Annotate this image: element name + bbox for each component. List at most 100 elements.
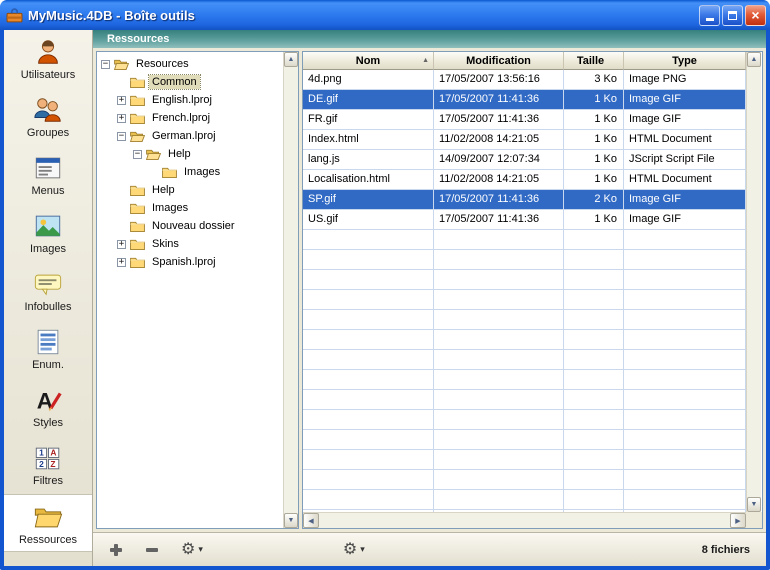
tree-actions-button[interactable]: ⚙ ▾ [177, 540, 207, 560]
cell-modification [434, 430, 564, 450]
minimize-button[interactable] [699, 5, 720, 26]
table-hscroll-track[interactable] [319, 513, 730, 528]
table-row-4d.png[interactable]: 4d.png 17/05/2007 13:56:16 3 Ko Image PN… [303, 70, 746, 90]
tree-scroll-track[interactable] [284, 67, 298, 513]
remove-button[interactable] [141, 541, 163, 559]
tree-item-help[interactable]: Help [97, 181, 283, 199]
tree-item-german-lproj[interactable]: − German.lproj [97, 127, 283, 145]
table-vscroll-track[interactable] [747, 67, 761, 497]
tree-item-french-lproj[interactable]: + French.lproj [97, 109, 283, 127]
minus-icon [145, 543, 159, 557]
app-window: MyMusic.4DB - Boîte outils × Utilisateur… [0, 0, 770, 570]
arrow-right-icon: ▶ [735, 517, 740, 525]
cell-type: Image GIF [624, 190, 746, 210]
list-actions-button[interactable]: ⚙ ▾ [339, 540, 369, 560]
folder-closed-icon [130, 238, 145, 250]
column-header-nom[interactable]: Nom ▲ [303, 52, 434, 70]
sidebar-item-ressources[interactable]: Ressources [4, 494, 92, 552]
sidebar-item-utilisateurs[interactable]: Utilisateurs [4, 30, 92, 88]
close-button[interactable]: × [745, 5, 766, 26]
resources-folder-icon [33, 502, 63, 532]
cell-nom [303, 390, 434, 410]
sidebar-item-enum[interactable]: Enum. [4, 320, 92, 378]
collapse-minus-icon[interactable]: − [133, 150, 142, 159]
cell-modification [434, 370, 564, 390]
table-row-DE.gif[interactable]: DE.gif 17/05/2007 11:41:36 1 Ko Image GI… [303, 90, 746, 110]
tree-item-nouveau-dossier[interactable]: Nouveau dossier [97, 217, 283, 235]
cell-nom [303, 270, 434, 290]
sidebar-item-groupes[interactable]: Groupes [4, 88, 92, 146]
tree-item-common[interactable]: Common [97, 73, 283, 91]
collapse-minus-icon[interactable]: − [117, 132, 126, 141]
cell-modification [434, 230, 564, 250]
cell-taille [564, 450, 624, 470]
table-row-empty [303, 310, 746, 330]
tree-item-skins[interactable]: + Skins [97, 235, 283, 253]
titlebar[interactable]: MyMusic.4DB - Boîte outils × [0, 0, 770, 30]
table-row-empty [303, 230, 746, 250]
cell-type [624, 470, 746, 490]
sidebar-item-images[interactable]: Images [4, 204, 92, 262]
column-header-type[interactable]: Type [624, 52, 746, 70]
table-row-Index.html[interactable]: Index.html 11/02/2008 14:21:05 1 Ko HTML… [303, 130, 746, 150]
column-header-taille[interactable]: Taille [564, 52, 624, 70]
table-scroll-up-button[interactable]: ▲ [747, 52, 761, 67]
sort-asc-icon: ▲ [422, 57, 429, 64]
sidebar-item-styles[interactable]: Styles [4, 378, 92, 436]
table-scroll-right-button[interactable]: ▶ [730, 513, 746, 528]
sidebar-item-label: Styles [33, 417, 63, 429]
table-scroll-down-button[interactable]: ▼ [747, 497, 761, 512]
sidebar-item-label: Infobulles [24, 301, 71, 313]
table-scroll-left-button[interactable]: ◀ [303, 513, 319, 528]
folder-closed-icon [130, 220, 145, 232]
table-row-empty [303, 410, 746, 430]
sidebar-item-infobulles[interactable]: Infobulles [4, 262, 92, 320]
table-horizontal-scrollbar[interactable]: ◀ ▶ [303, 512, 746, 528]
expand-plus-icon[interactable]: + [117, 114, 126, 123]
tree-item-images[interactable]: Images [97, 199, 283, 217]
cell-taille: 3 Ko [564, 70, 624, 90]
expand-plus-icon[interactable]: + [117, 258, 126, 267]
panel-title: Ressources [107, 33, 169, 45]
cell-taille: 1 Ko [564, 170, 624, 190]
tree-scroll-down-button[interactable]: ▼ [284, 513, 298, 528]
add-button[interactable] [105, 541, 127, 559]
picture-icon [33, 211, 63, 241]
tree-item-label: Help [149, 183, 178, 197]
table-row-Localisation.html[interactable]: Localisation.html 11/02/2008 14:21:05 1 … [303, 170, 746, 190]
cell-type [624, 410, 746, 430]
chevron-down-icon: ▾ [360, 544, 365, 555]
folder-closed-icon [130, 184, 145, 196]
table-vertical-scrollbar[interactable]: ▲ ▼ [746, 52, 761, 512]
expand-plus-icon[interactable]: + [117, 240, 126, 249]
table-row-FR.gif[interactable]: FR.gif 17/05/2007 11:41:36 1 Ko Image GI… [303, 110, 746, 130]
tree-indent [101, 100, 117, 101]
tree-indent [101, 244, 117, 245]
cell-nom: Index.html [303, 130, 434, 150]
column-header-modification[interactable]: Modification [434, 52, 564, 70]
tree-scroll-up-button[interactable]: ▲ [284, 52, 298, 67]
tree-item-spanish-lproj[interactable]: + Spanish.lproj [97, 253, 283, 271]
cell-nom: lang.js [303, 150, 434, 170]
cell-modification: 11/02/2008 14:21:05 [434, 170, 564, 190]
table-row-lang.js[interactable]: lang.js 14/09/2007 12:07:34 1 Ko JScript… [303, 150, 746, 170]
folder-closed-icon [130, 94, 145, 106]
tree-vertical-scrollbar[interactable]: ▲ ▼ [283, 52, 298, 528]
tree-item-english-lproj[interactable]: + English.lproj [97, 91, 283, 109]
cell-type [624, 290, 746, 310]
tree-item-resources[interactable]: − Resources [97, 55, 283, 73]
sidebar-item-filtres[interactable]: Filtres [4, 436, 92, 494]
cell-type [624, 370, 746, 390]
arrow-down-icon: ▼ [751, 501, 758, 508]
tree-item-help[interactable]: − Help [97, 145, 283, 163]
table-row-US.gif[interactable]: US.gif 17/05/2007 11:41:36 1 Ko Image GI… [303, 210, 746, 230]
cell-type [624, 490, 746, 510]
bottom-toolbar: ⚙ ▾ ⚙ ▾ 8 fichiers [93, 532, 766, 566]
expand-plus-icon[interactable]: + [117, 96, 126, 105]
maximize-button[interactable] [722, 5, 743, 26]
tree-item-label: Images [149, 201, 191, 215]
table-row-SP.gif[interactable]: SP.gif 17/05/2007 11:41:36 2 Ko Image GI… [303, 190, 746, 210]
sidebar-item-menus[interactable]: Menus [4, 146, 92, 204]
collapse-minus-icon[interactable]: − [101, 60, 110, 69]
tree-item-images[interactable]: Images [97, 163, 283, 181]
